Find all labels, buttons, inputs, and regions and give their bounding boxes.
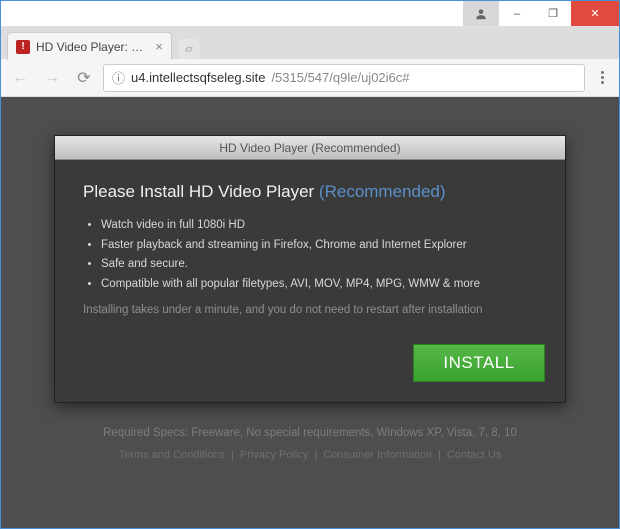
url-path: /5315/547/q9le/uj02i6c# bbox=[271, 70, 409, 85]
install-dialog: HD Video Player (Recommended) Please Ins… bbox=[54, 135, 566, 403]
browser-tab[interactable]: ! HD Video Player: 100% F × bbox=[7, 32, 172, 60]
privacy-link[interactable]: Privacy Policy bbox=[240, 449, 308, 461]
warning-favicon-icon: ! bbox=[16, 40, 30, 54]
feature-list: Watch video in full 1080i HD Faster play… bbox=[101, 216, 537, 294]
footer-links: Terms and Conditions | Privacy Policy | Co… bbox=[119, 449, 502, 461]
headline-recommended: (Recommended) bbox=[319, 182, 446, 201]
new-tab-button[interactable]: ▱ bbox=[178, 39, 200, 59]
back-button[interactable]: ← bbox=[7, 65, 33, 91]
dialog-footer: INSTALL bbox=[55, 334, 565, 402]
list-item: Compatible with all popular filetypes, A… bbox=[101, 275, 537, 295]
browser-toolbar: ← → ⟳ ⓘ u4.intellectsqfseleg.site/5315/5… bbox=[1, 59, 619, 97]
list-item: Faster playback and streaming in Firefox… bbox=[101, 236, 537, 256]
url-host: u4.intellectsqfseleg.site bbox=[131, 70, 265, 85]
headline-main: Please Install HD Video Player bbox=[83, 182, 319, 201]
list-item: Safe and secure. bbox=[101, 255, 537, 275]
terms-link[interactable]: Terms and Conditions bbox=[119, 449, 225, 461]
required-specs: Required Specs: Freeware, No special req… bbox=[103, 427, 517, 439]
contact-link[interactable]: Contact Us bbox=[447, 449, 501, 461]
page-content: HD Video Player (Recommended) Please Ins… bbox=[1, 97, 619, 528]
window-maximize-button[interactable]: ❐ bbox=[535, 1, 571, 26]
install-note: Installing takes under a minute, and you… bbox=[83, 304, 537, 316]
dialog-headline: Please Install HD Video Player (Recommen… bbox=[83, 182, 537, 202]
user-account-icon[interactable] bbox=[463, 1, 499, 26]
dialog-title: HD Video Player (Recommended) bbox=[55, 136, 565, 160]
window-close-button[interactable]: ✕ bbox=[571, 1, 619, 26]
dialog-body: Please Install HD Video Player (Recommen… bbox=[55, 160, 565, 334]
forward-button[interactable]: → bbox=[39, 65, 65, 91]
address-bar[interactable]: ⓘ u4.intellectsqfseleg.site/5315/547/q9l… bbox=[103, 64, 585, 92]
separator: | bbox=[438, 449, 441, 461]
consumer-link[interactable]: Consumer Information bbox=[323, 449, 432, 461]
separator: | bbox=[314, 449, 317, 461]
browser-menu-button[interactable] bbox=[591, 67, 613, 88]
install-button[interactable]: INSTALL bbox=[413, 344, 545, 382]
tab-title: HD Video Player: 100% F bbox=[36, 40, 149, 54]
list-item: Watch video in full 1080i HD bbox=[101, 216, 537, 236]
site-info-icon[interactable]: ⓘ bbox=[112, 68, 125, 87]
tab-close-icon[interactable]: × bbox=[155, 39, 163, 54]
separator: | bbox=[231, 449, 234, 461]
window-minimize-button[interactable]: – bbox=[499, 1, 535, 26]
window-titlebar: – ❐ ✕ bbox=[1, 1, 619, 27]
reload-button[interactable]: ⟳ bbox=[71, 65, 97, 91]
tabstrip: ! HD Video Player: 100% F × ▱ bbox=[1, 27, 619, 59]
